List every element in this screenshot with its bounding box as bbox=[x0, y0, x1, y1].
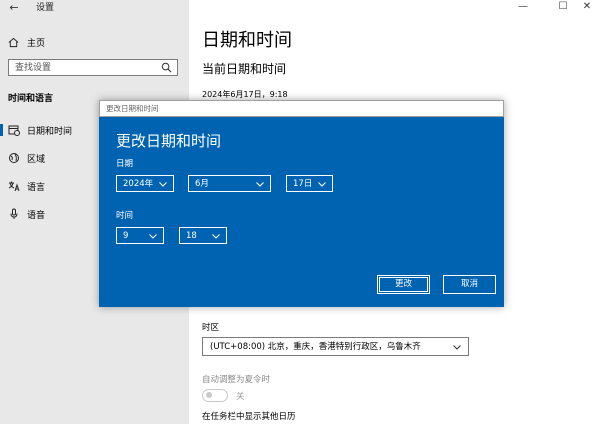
hour-dropdown[interactable]: 9 bbox=[116, 227, 164, 244]
day-value: 17日 bbox=[293, 179, 313, 189]
cancel-button[interactable]: 取消 bbox=[443, 275, 496, 294]
back-button[interactable]: ← bbox=[6, 1, 22, 15]
sidebar-item-home[interactable]: 主页 bbox=[8, 35, 45, 49]
calendar-clock-icon bbox=[7, 123, 21, 137]
sidebar-item-label: 语音 bbox=[27, 210, 46, 221]
globe-icon bbox=[7, 151, 21, 165]
month-value: 6月 bbox=[195, 179, 209, 189]
search-placeholder: 查找设置 bbox=[15, 63, 52, 73]
date-label: 日期 bbox=[116, 159, 134, 169]
sidebar-item-label: 主页 bbox=[27, 38, 46, 49]
chevron-down-icon bbox=[212, 234, 220, 239]
change-button[interactable]: 更改 bbox=[377, 275, 430, 294]
sidebar-item-label: 区域 bbox=[27, 154, 46, 165]
home-icon bbox=[8, 37, 19, 47]
timezone-label: 时区 bbox=[202, 323, 220, 333]
language-icon bbox=[7, 179, 21, 193]
current-datetime: 2024年6月17日，9:18 bbox=[202, 90, 288, 99]
dst-label: 自动调整为夏令时 bbox=[202, 375, 271, 385]
chevron-down-icon bbox=[159, 182, 167, 187]
timezone-value: (UTC+08:00) 北京，重庆，香港特别行政区，乌鲁木齐 bbox=[210, 342, 421, 352]
minimize-button[interactable]: — bbox=[508, 0, 538, 14]
day-dropdown[interactable]: 17日 bbox=[286, 175, 333, 192]
other-calendar-label: 在任务栏中显示其他日历 bbox=[202, 412, 296, 422]
minute-dropdown[interactable]: 18 bbox=[179, 227, 227, 244]
dialog-title: 更改日期和时间 bbox=[106, 104, 159, 113]
toggle-knob bbox=[206, 392, 212, 398]
dialog-titlebar: 更改日期和时间 bbox=[99, 100, 504, 117]
sidebar-item-label: 语言 bbox=[27, 182, 46, 193]
chevron-down-icon bbox=[453, 345, 461, 350]
minute-value: 18 bbox=[186, 231, 197, 241]
chevron-down-icon bbox=[149, 234, 157, 239]
dialog-heading: 更改日期和时间 bbox=[116, 132, 222, 150]
hour-value: 9 bbox=[123, 231, 129, 241]
year-dropdown[interactable]: 2024年 bbox=[116, 175, 174, 192]
year-value: 2024年 bbox=[123, 179, 154, 189]
change-datetime-dialog: 更改日期和时间 更改日期和时间 日期 2024年 6月 17日 时间 9 18 … bbox=[99, 100, 504, 307]
month-dropdown[interactable]: 6月 bbox=[188, 175, 271, 192]
sidebar-item-label: 日期和时间 bbox=[27, 126, 73, 137]
dst-toggle-state: 关 bbox=[236, 392, 245, 402]
section-title: 时间和语言 bbox=[8, 94, 54, 104]
timezone-dropdown[interactable]: (UTC+08:00) 北京，重庆，香港特别行政区，乌鲁木齐 bbox=[202, 337, 469, 356]
microphone-icon bbox=[7, 207, 21, 221]
chevron-down-icon bbox=[256, 182, 264, 187]
dst-toggle[interactable] bbox=[202, 389, 228, 402]
chevron-down-icon bbox=[318, 182, 326, 187]
section-heading: 当前日期和时间 bbox=[202, 62, 287, 76]
time-label: 时间 bbox=[116, 211, 134, 221]
search-input[interactable]: 查找设置 bbox=[8, 59, 178, 76]
page-title: 日期和时间 bbox=[202, 30, 292, 51]
search-icon bbox=[161, 62, 172, 73]
window-title: 设置 bbox=[36, 3, 55, 13]
close-button[interactable]: ✕ bbox=[572, 0, 600, 14]
